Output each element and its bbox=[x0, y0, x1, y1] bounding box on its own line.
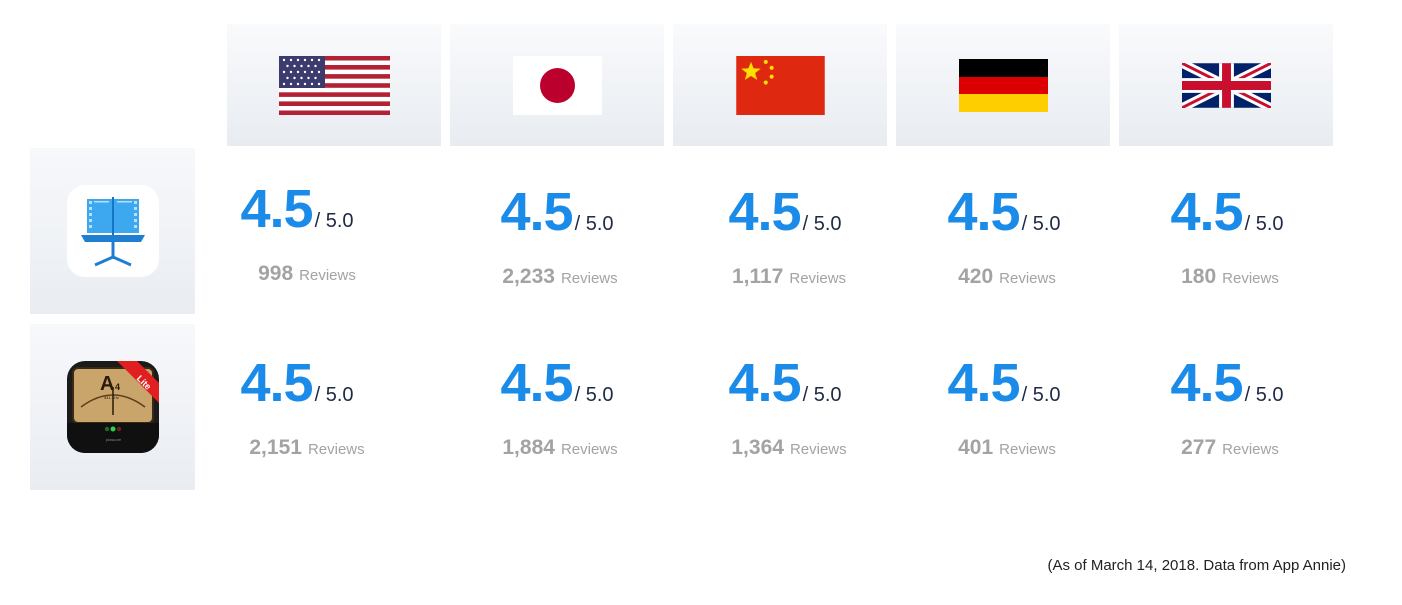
svg-text:441.1Hz: 441.1Hz bbox=[104, 395, 119, 400]
header-cell-jp bbox=[450, 24, 664, 146]
app-cell-2: A 4 441.1Hz piascore Lite bbox=[30, 324, 195, 490]
review-count-r2-de: 401 Reviews bbox=[958, 436, 1056, 459]
header-cell-uk bbox=[1119, 24, 1333, 146]
rating-score-r2-uk: 4.5/ 5.0 bbox=[1170, 353, 1284, 413]
app-cell-1 bbox=[30, 148, 195, 314]
header-cell-us bbox=[227, 24, 441, 146]
music-stand-icon bbox=[66, 185, 159, 277]
de-flag-icon bbox=[958, 58, 1048, 112]
header-cell-de bbox=[896, 24, 1110, 146]
rating-score-r2-de: 4.5/ 5.0 bbox=[947, 353, 1061, 413]
review-count-r1-us: 998 Reviews bbox=[258, 262, 356, 285]
review-count-r2-uk: 277 Reviews bbox=[1181, 436, 1279, 459]
review-count-r1-jp: 2,233 Reviews bbox=[502, 265, 618, 288]
footnote: (As of March 14, 2018. Data from App Ann… bbox=[1047, 557, 1347, 574]
review-count-r1-de: 420 Reviews bbox=[958, 265, 1056, 288]
cn-flag-icon bbox=[735, 55, 825, 115]
rating-score-r2-us: 4.5/ 5.0 bbox=[240, 353, 354, 413]
svg-text:4: 4 bbox=[115, 382, 120, 392]
review-count-r2-us: 2,151 Reviews bbox=[249, 436, 365, 459]
us-flag-icon bbox=[278, 55, 390, 115]
review-count-r2-jp: 1,884 Reviews bbox=[502, 436, 618, 459]
jp-flag-icon bbox=[512, 55, 602, 115]
rating-score-r1-us: 4.5/ 5.0 bbox=[240, 179, 354, 239]
uk-flag-icon bbox=[1181, 62, 1271, 108]
rating-score-r1-de: 4.5/ 5.0 bbox=[947, 182, 1061, 242]
review-count-r1-uk: 180 Reviews bbox=[1181, 265, 1279, 288]
review-count-r2-cn: 1,364 Reviews bbox=[731, 436, 847, 459]
tuner-lite-icon: A 4 441.1Hz piascore Lite bbox=[66, 361, 159, 453]
header-cell-cn bbox=[673, 24, 887, 146]
review-count-r1-cn: 1,117 Reviews bbox=[731, 265, 847, 288]
rating-score-r2-jp: 4.5/ 5.0 bbox=[500, 353, 614, 413]
rating-score-r2-cn: 4.5/ 5.0 bbox=[728, 353, 842, 413]
rating-score-r1-cn: 4.5/ 5.0 bbox=[728, 182, 842, 242]
rating-score-r1-uk: 4.5/ 5.0 bbox=[1170, 182, 1284, 242]
svg-text:A: A bbox=[100, 373, 114, 395]
svg-text:piascore: piascore bbox=[106, 437, 122, 442]
rating-score-r1-jp: 4.5/ 5.0 bbox=[500, 182, 614, 242]
